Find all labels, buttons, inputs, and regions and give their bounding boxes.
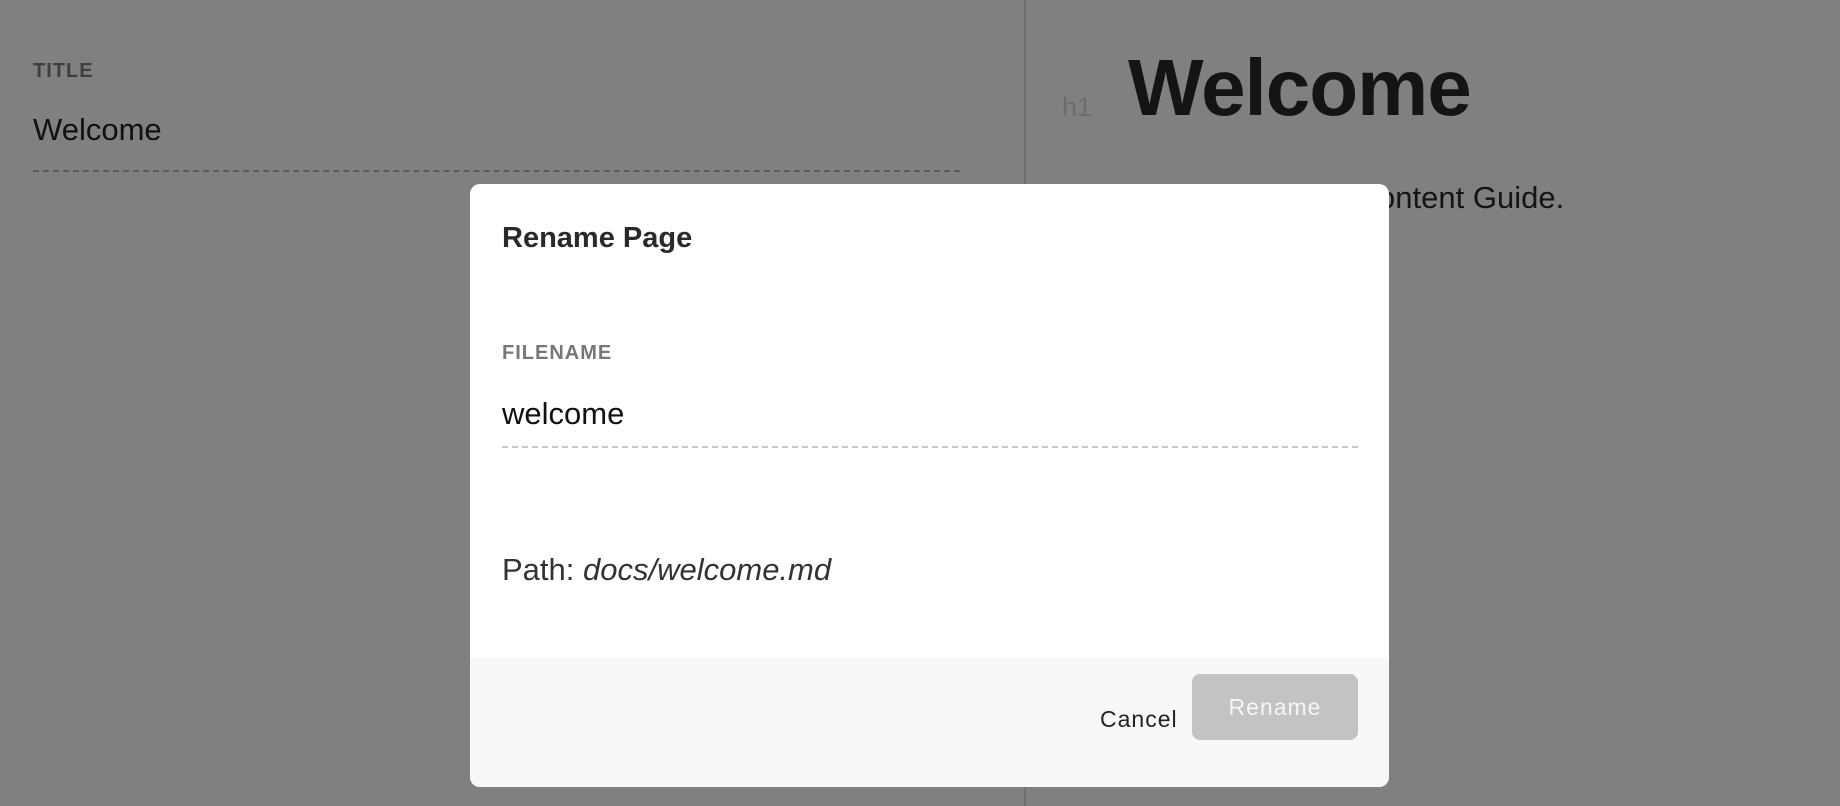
filename-label: FILENAME [502,342,613,364]
cancel-button[interactable]: Cancel [1100,706,1178,733]
title-label: TITLE [33,60,94,82]
rename-page-dialog: Rename Page FILENAME Path: docs/welcome.… [470,184,1389,787]
dialog-title: Rename Page [502,222,693,254]
path-label: Path: [502,552,575,587]
title-field[interactable]: Welcome [33,112,162,148]
title-underline [33,170,960,172]
preview-heading: Welcome [1128,43,1472,132]
filename-input[interactable] [502,396,1358,448]
dialog-footer: Cancel Rename [470,658,1389,787]
path-text: Path: docs/welcome.md [502,552,831,588]
rename-button[interactable]: Rename [1192,674,1358,740]
heading-tag: h1 [1062,92,1093,122]
path-value: docs/welcome.md [583,552,832,587]
